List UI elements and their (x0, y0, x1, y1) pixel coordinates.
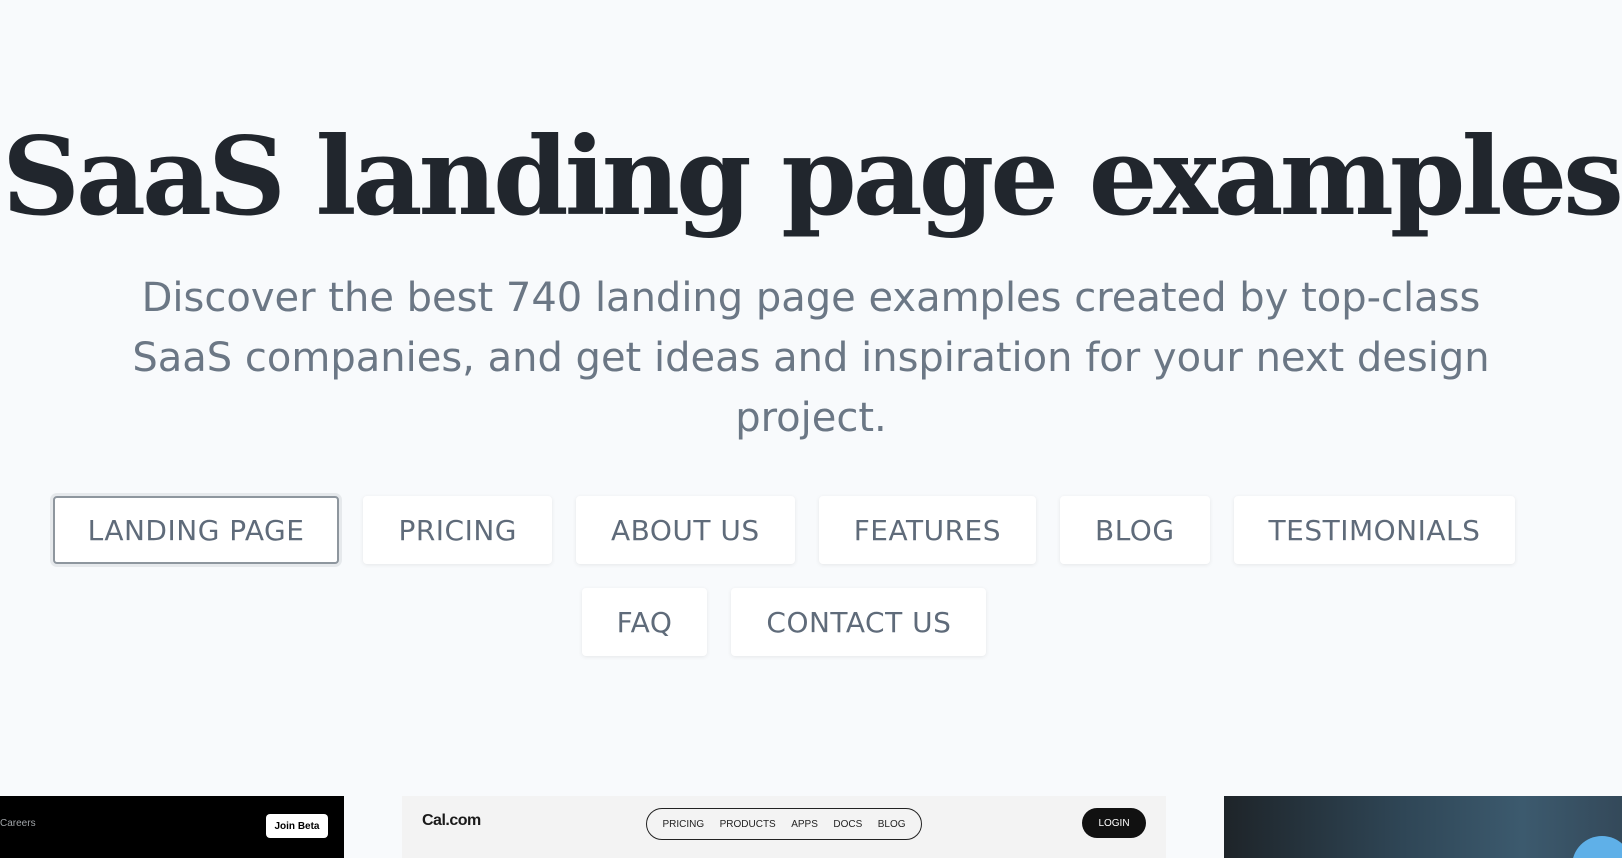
thumbnail-nav-item: BLOG (877, 818, 906, 830)
thumbnail-join-beta-button: Join Beta (266, 814, 328, 838)
example-thumbnail-calcom[interactable]: Cal.com PRICING PRODUCTS APPS DOCS BLOG … (402, 796, 1166, 858)
thumbnail-login-button: LOGIN (1082, 808, 1146, 838)
thumbnail-nav-pill: PRICING PRODUCTS APPS DOCS BLOG (646, 808, 922, 840)
filter-row-1: LANDING PAGE PRICING ABOUT US FEATURES B… (0, 496, 1568, 564)
filter-blog-button[interactable]: BLOG (1060, 496, 1210, 564)
category-filters: LANDING PAGE PRICING ABOUT US FEATURES B… (0, 496, 1568, 680)
example-thumbnail-right[interactable] (1224, 796, 1622, 858)
thumbnail-nav-item: PRODUCTS (719, 818, 776, 830)
example-thumbnails: Careers Join Beta Cal.com PRICING PRODUC… (0, 796, 1622, 858)
thumbnail-nav-item: PRICING (662, 818, 705, 830)
thumbnail-brand-logo: Cal.com (422, 812, 481, 829)
chat-bubble-icon[interactable] (1572, 836, 1622, 858)
filter-row-2: FAQ CONTACT US (0, 588, 1568, 656)
thumbnail-nav-item: APPS (791, 818, 818, 830)
filter-pricing-button[interactable]: PRICING (363, 496, 553, 564)
page-subtitle: Discover the best 740 landing page examp… (132, 275, 1490, 441)
filter-about-us-button[interactable]: ABOUT US (576, 496, 795, 564)
thumbnail-nav-item: DOCS (833, 818, 863, 830)
page-title: SaaS landing page examples (2, 114, 1622, 240)
filter-features-button[interactable]: FEATURES (818, 496, 1036, 564)
filter-faq-button[interactable]: FAQ (581, 588, 708, 656)
example-thumbnail-left[interactable]: Careers Join Beta (0, 796, 344, 858)
filter-contact-us-button[interactable]: CONTACT US (731, 588, 987, 656)
filter-testimonials-button[interactable]: TESTIMONIALS (1233, 496, 1516, 564)
filter-landing-page-button[interactable]: LANDING PAGE (52, 496, 340, 564)
thumbnail-nav-text: Careers (0, 818, 36, 829)
